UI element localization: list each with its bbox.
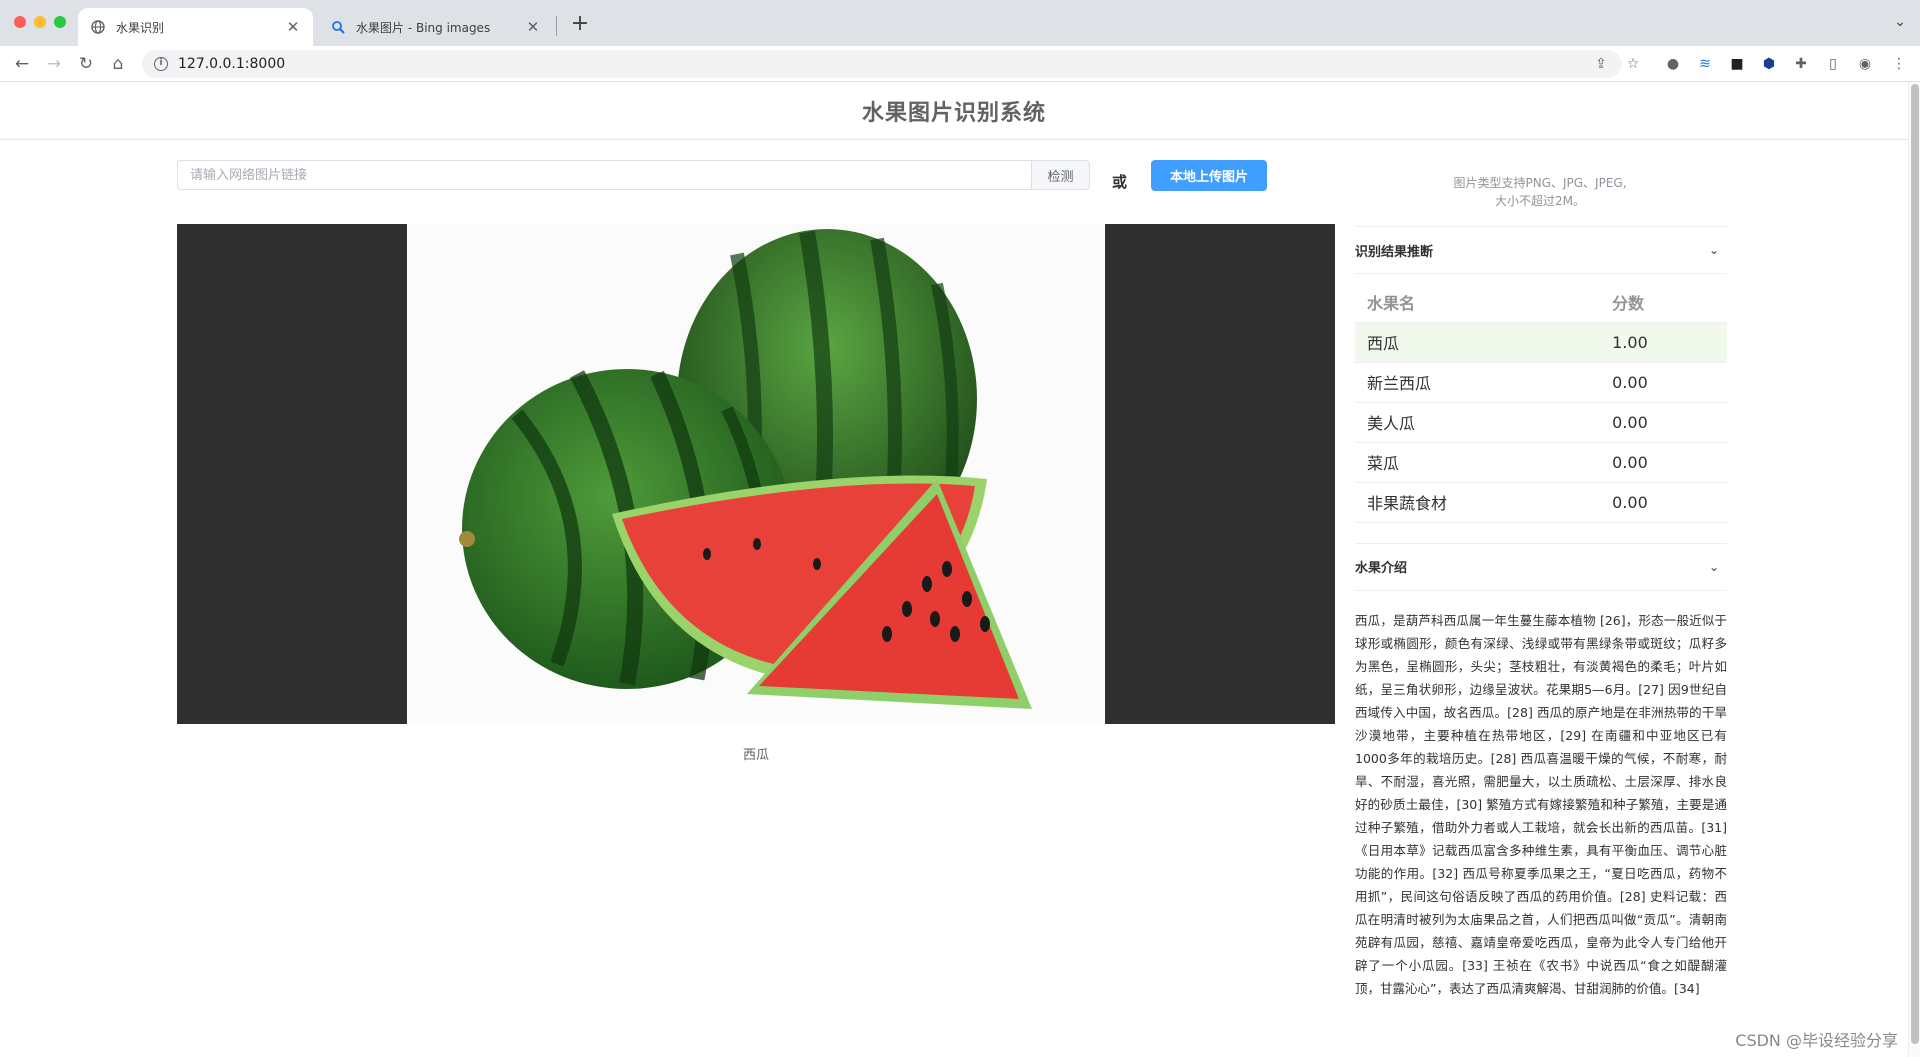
table-row[interactable]: 新兰西瓜 0.00 xyxy=(1355,362,1727,403)
forward-arrow-icon[interactable]: → xyxy=(42,52,66,76)
fruit-name-cell: 菜瓜 xyxy=(1355,442,1601,483)
score-cell: 0.00 xyxy=(1600,362,1727,403)
extension-cookie-icon[interactable]: ● xyxy=(1664,55,1682,73)
score-cell: 0.00 xyxy=(1600,482,1727,523)
table-row[interactable]: 菜瓜 0.00 xyxy=(1355,442,1727,483)
intro-collapse-header[interactable]: 水果介绍 ⌄ xyxy=(1355,542,1727,591)
score-cell: 0.00 xyxy=(1600,442,1727,483)
browser-tab-bar: 水果识别 ✕ 水果图片 - Bing images ✕ + ⌄ xyxy=(0,0,1920,46)
upload-image-button[interactable]: 本地上传图片 xyxy=(1151,160,1267,191)
chevron-down-icon[interactable]: ⌄ xyxy=(1709,560,1727,574)
fruit-name-cell: 西瓜 xyxy=(1355,322,1601,363)
result-table: 水果名 分数 西瓜 1.00 新兰西瓜 0.00 美人瓜 0.00 菜瓜 0.0… xyxy=(1355,282,1727,523)
extension-layers-icon[interactable]: ≋ xyxy=(1696,55,1714,73)
csdn-watermark: CSDN @毕设经验分享 xyxy=(1735,1031,1898,1050)
score-cell: 0.00 xyxy=(1600,402,1727,443)
hint-line: 图片类型支持PNG、JPG、JPEG, xyxy=(1453,176,1627,190)
sidebar-icon[interactable]: ▯ xyxy=(1824,55,1842,73)
tab-separator xyxy=(556,16,557,36)
close-icon[interactable]: ✕ xyxy=(285,18,301,36)
share-icon[interactable]: ⇪ xyxy=(1592,55,1610,73)
browser-toolbar: ← → ↻ ⌂ i 127.0.0.1:8000 ⇪ ☆ ● ≋ ■ ⬢ ✚ ▯… xyxy=(0,46,1920,82)
page-content: 水果图片识别系统 检测 或 本地上传图片 图片类型支持PNG、JPG、JPEG,… xyxy=(0,82,1908,1057)
address-text: 127.0.0.1:8000 xyxy=(178,56,286,72)
detect-button[interactable]: 检测 xyxy=(1031,160,1090,190)
table-row[interactable]: 美人瓜 0.00 xyxy=(1355,402,1727,443)
score-cell: 1.00 xyxy=(1600,322,1727,363)
page-title: 水果图片识别系统 xyxy=(861,100,1046,126)
table-header-row: 水果名 分数 xyxy=(1355,282,1727,323)
page-header: 水果图片识别系统 xyxy=(0,82,1908,140)
column-header-name: 水果名 xyxy=(1355,282,1601,323)
profile-avatar-icon[interactable]: ◉ xyxy=(1856,55,1874,73)
info-icon[interactable]: i xyxy=(154,57,168,71)
fruit-name-cell: 新兰西瓜 xyxy=(1355,362,1601,403)
window-maximize-button[interactable] xyxy=(54,16,66,28)
image-preview-panel xyxy=(177,224,1335,724)
kebab-menu-icon[interactable]: ⋮ xyxy=(1890,55,1908,73)
fruit-intro-text: 西瓜，是葫芦科西瓜属一年生蔓生藤本植物 [26]，形态一般近似于球形或椭圆形，颜… xyxy=(1355,612,1727,996)
extension-badge-icon[interactable]: ■ xyxy=(1728,55,1746,73)
tab-title: 水果识别 xyxy=(116,20,165,35)
hint-line: 大小不超过2M。 xyxy=(1495,194,1585,208)
tab-bing-images[interactable]: 水果图片 - Bing images ✕ xyxy=(318,8,553,46)
image-url-field[interactable] xyxy=(177,160,1032,190)
table-row[interactable]: 西瓜 1.00 xyxy=(1355,322,1727,363)
page-scrollbar[interactable] xyxy=(1908,82,1920,1057)
result-title: 识别结果推断 xyxy=(1355,244,1434,260)
new-tab-button[interactable]: + xyxy=(568,12,592,36)
scrollbar-thumb[interactable] xyxy=(1911,84,1919,1044)
intro-title: 水果介绍 xyxy=(1355,561,1408,576)
extension-shield-icon[interactable]: ⬢ xyxy=(1760,55,1778,73)
fruit-name-cell: 非果蔬食材 xyxy=(1355,482,1601,523)
image-caption: 西瓜 xyxy=(742,748,769,763)
globe-icon xyxy=(90,19,106,35)
upload-hint: 图片类型支持PNG、JPG、JPEG, 大小不超过2M。 xyxy=(1400,174,1680,210)
back-arrow-icon[interactable]: ← xyxy=(10,52,34,76)
tab-fruit-recognition[interactable]: 水果识别 ✕ xyxy=(78,8,313,46)
bing-search-icon xyxy=(330,19,346,35)
puzzle-icon[interactable]: ✚ xyxy=(1792,55,1810,73)
watermelon-image xyxy=(407,224,1105,724)
reload-icon[interactable]: ↻ xyxy=(74,52,98,76)
side-panel: 识别结果推断 ⌄ 水果名 分数 西瓜 1.00 新兰西瓜 0.00 美人瓜 0.… xyxy=(1355,226,1727,1000)
chevron-down-icon[interactable]: ⌄ xyxy=(1709,243,1727,257)
window-minimize-button[interactable] xyxy=(34,16,46,28)
home-icon[interactable]: ⌂ xyxy=(106,52,130,76)
address-bar[interactable]: i 127.0.0.1:8000 xyxy=(142,50,1622,78)
tab-title: 水果图片 - Bing images xyxy=(356,20,491,35)
image-url-input[interactable] xyxy=(190,167,1019,183)
column-header-score: 分数 xyxy=(1600,282,1727,323)
star-icon[interactable]: ☆ xyxy=(1624,55,1642,73)
result-collapse-header[interactable]: 识别结果推断 ⌄ xyxy=(1355,226,1727,274)
or-label: 或 xyxy=(1112,173,1128,191)
chevron-down-icon[interactable]: ⌄ xyxy=(1894,14,1906,30)
fruit-name-cell: 美人瓜 xyxy=(1355,402,1601,443)
table-row[interactable]: 非果蔬食材 0.00 xyxy=(1355,482,1727,523)
close-icon[interactable]: ✕ xyxy=(525,18,541,36)
window-close-button[interactable] xyxy=(14,16,26,28)
